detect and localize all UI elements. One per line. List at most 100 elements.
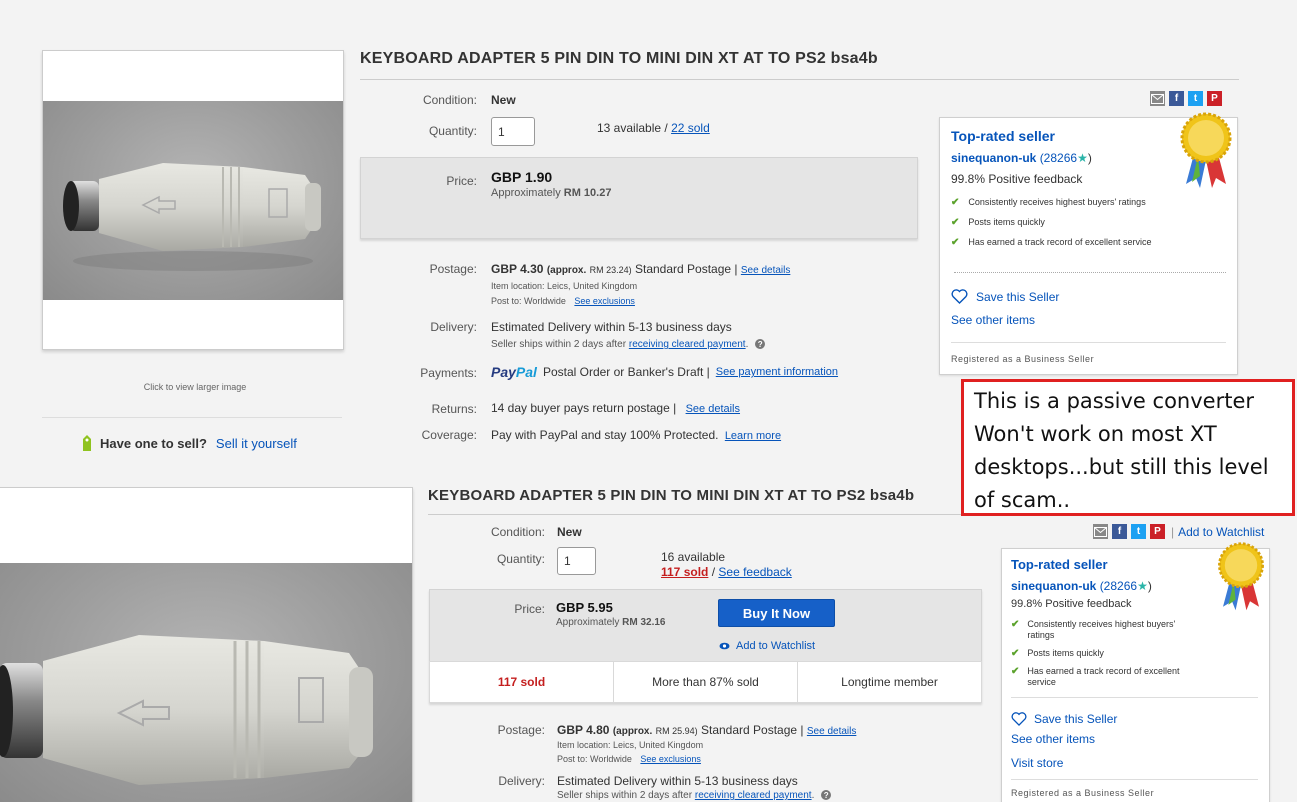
help-icon[interactable]: ?: [821, 790, 832, 801]
available-count: 13 available /: [597, 121, 672, 135]
divider: [1011, 779, 1258, 780]
approx-prefix: Approximately: [556, 617, 623, 628]
cleared-payment-link[interactable]: receiving cleared payment: [629, 339, 746, 350]
quantity-input[interactable]: 1: [491, 117, 535, 146]
heart-icon: [1011, 712, 1027, 726]
see-other-items-link[interactable]: See other items: [951, 313, 1035, 327]
registered-business: Registered as a Business Seller: [1011, 788, 1155, 798]
postage-approx-prefix: (approx.: [546, 265, 587, 276]
stat-percent-sold: More than 87% sold: [613, 661, 798, 703]
pinterest-icon[interactable]: P: [1150, 524, 1165, 539]
email-icon[interactable]: [1093, 524, 1108, 539]
post-to-line: Post to: Worldwide See exclusions: [491, 296, 635, 306]
condition-value: New: [491, 93, 516, 107]
perk-item: ✔ Posts items quickly: [951, 217, 1045, 228]
perk-item: ✔ Has earned a track record of excellent …: [1011, 666, 1180, 687]
product-photo[interactable]: [0, 563, 412, 802]
medal-icon: [1180, 112, 1232, 188]
title-divider: [428, 514, 961, 515]
coverage-label: Coverage:: [421, 428, 477, 442]
scam-annotation: This is a passive converter Won't work o…: [961, 379, 1295, 516]
save-seller[interactable]: Save this Seller: [1011, 712, 1117, 726]
perk-item: ✔ Consistently receives highest buyers' r…: [1011, 619, 1176, 640]
email-icon[interactable]: [1150, 91, 1165, 106]
save-seller-link[interactable]: Save this Seller: [976, 290, 1059, 304]
buy-it-now-button[interactable]: Buy It Now: [718, 599, 835, 627]
cleared-payment-link[interactable]: receiving cleared payment: [695, 790, 812, 801]
paypal-logo: PayPal: [491, 364, 537, 380]
perk-item: ✔ Posts items quickly: [1011, 648, 1104, 659]
sold-feedback-line: 117 sold / See feedback: [661, 565, 792, 579]
approx-prefix: Approximately: [491, 187, 564, 199]
item-location: Item location: Leics, United Kingdom: [491, 281, 638, 291]
seller-name-link[interactable]: sinequanon-uk: [1011, 579, 1096, 593]
returns-label: Returns:: [431, 402, 477, 416]
visit-store-link[interactable]: Visit store: [1011, 756, 1063, 770]
payments-value: Postal Order or Banker's Draft |: [542, 365, 710, 379]
add-to-watchlist-top[interactable]: Add to Watchlist: [1178, 525, 1264, 539]
facebook-icon[interactable]: f: [1169, 91, 1184, 106]
post-to-line: Post to: Worldwide See exclusions: [557, 754, 701, 764]
ships-line: Seller ships within 2 days after receivi…: [557, 790, 832, 801]
seller-name-link[interactable]: sinequanon-uk: [951, 151, 1036, 165]
see-details-link[interactable]: See details: [741, 265, 790, 276]
available-count: 16 available: [661, 550, 726, 564]
see-exclusions-link[interactable]: See exclusions: [640, 754, 701, 764]
feedback-score[interactable]: (28266: [1100, 579, 1137, 593]
item-location: Item location: Leics, United Kingdom: [557, 740, 704, 750]
check-icon: ✔: [1011, 666, 1020, 677]
sell-yours: Have one to sell? Sell it yourself: [80, 434, 297, 452]
payment-info-link[interactable]: See payment information: [716, 366, 838, 378]
divider: [951, 342, 1226, 343]
feedback-score[interactable]: (28266: [1040, 151, 1077, 165]
returns-value: 14 day buyer pays return postage |: [491, 401, 677, 415]
help-icon[interactable]: ?: [755, 339, 766, 350]
price-box: [360, 157, 918, 239]
top-rated-badge: Top-rated seller: [951, 128, 1055, 144]
coverage-line: Pay with PayPal and stay 100% Protected.…: [491, 428, 781, 442]
pinterest-icon[interactable]: P: [1207, 91, 1222, 106]
facebook-icon[interactable]: f: [1112, 524, 1127, 539]
divider: [1011, 697, 1258, 698]
price-approx: Approximately RM 10.27: [491, 187, 611, 199]
price-label: Price:: [446, 174, 477, 188]
product-photo[interactable]: [43, 101, 343, 300]
divider: [42, 417, 342, 418]
sell-it-yourself-link[interactable]: Sell it yourself: [216, 436, 297, 451]
postage-type: Standard Postage |: [635, 262, 738, 276]
delivery-value: Estimated Delivery within 5-13 business …: [557, 774, 798, 788]
learn-more-link[interactable]: Learn more: [725, 430, 781, 442]
save-seller[interactable]: Save this Seller: [951, 289, 1059, 304]
sold-link[interactable]: 117 sold: [661, 565, 708, 579]
star-icon: ★: [1077, 151, 1088, 165]
postage-line: GBP 4.80 (approx. RM 25.94) Standard Pos…: [557, 723, 856, 737]
ships-prefix: Seller ships within 2 days after: [491, 339, 627, 350]
price-value: GBP 1.90: [491, 169, 553, 185]
condition-label: Condition:: [422, 93, 477, 107]
add-to-watchlist[interactable]: Add to Watchlist: [719, 640, 815, 652]
save-seller-link[interactable]: Save this Seller: [1034, 712, 1117, 726]
check-icon: ✔: [951, 197, 960, 208]
top-rated-badge: Top-rated seller: [1011, 557, 1108, 572]
twitter-icon[interactable]: t: [1188, 91, 1203, 106]
condition-label: Condition:: [490, 525, 545, 539]
coverage-value: Pay with PayPal and stay 100% Protected.: [491, 428, 719, 442]
perk-item: ✔ Has earned a track record of excellent …: [951, 237, 1152, 248]
see-details-link[interactable]: See details: [807, 726, 856, 737]
returns-details-link[interactable]: See details: [686, 403, 740, 415]
see-exclusions-link[interactable]: See exclusions: [574, 296, 635, 306]
see-feedback-link[interactable]: See feedback: [718, 565, 791, 579]
add-to-watchlist-link[interactable]: Add to Watchlist: [736, 640, 815, 652]
quantity-label: Quantity:: [428, 124, 477, 138]
adapter-image: [0, 635, 373, 785]
twitter-icon[interactable]: t: [1131, 524, 1146, 539]
delivery-label: Delivery:: [498, 774, 545, 788]
quantity-input[interactable]: 1: [557, 547, 596, 575]
product-image-frame[interactable]: [0, 487, 413, 802]
check-icon: ✔: [1011, 619, 1020, 630]
quantity-label: Quantity:: [496, 552, 545, 566]
product-image-frame[interactable]: [42, 50, 344, 350]
see-other-items-link[interactable]: See other items: [1011, 732, 1095, 746]
sold-link[interactable]: 22 sold: [671, 121, 710, 135]
image-caption[interactable]: Click to view larger image: [42, 382, 348, 392]
